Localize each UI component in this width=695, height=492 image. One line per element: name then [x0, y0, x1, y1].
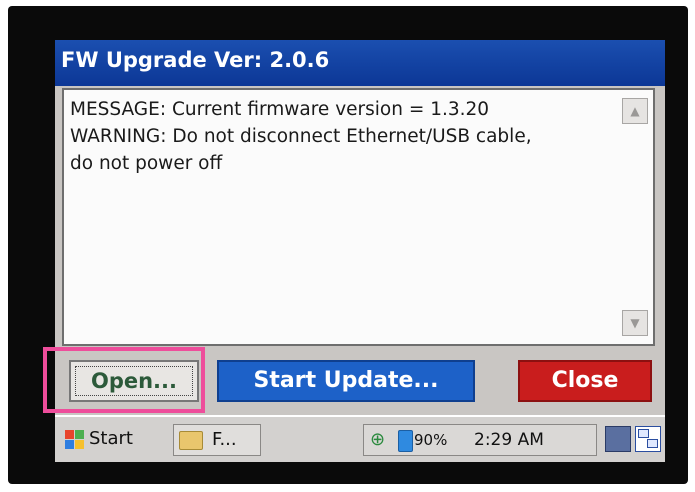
- taskbar-item-label: F...: [212, 429, 237, 450]
- battery-percent: 90%: [414, 431, 448, 449]
- desktop-switch-icon[interactable]: [635, 426, 661, 452]
- scroll-down-arrow-icon[interactable]: ▼: [622, 310, 648, 336]
- taskbar-item-fw-upgrade[interactable]: F...: [173, 424, 261, 456]
- close-button[interactable]: Close: [518, 360, 652, 402]
- windows-flag-icon: [65, 430, 85, 450]
- taskbar: Start F... ⊕ 90% 2:29 AM: [55, 415, 665, 462]
- close-button-label: Close: [551, 368, 619, 393]
- start-update-button[interactable]: Start Update...: [217, 360, 475, 402]
- start-label: Start: [89, 428, 133, 449]
- keyboard-icon[interactable]: [605, 426, 631, 452]
- clock[interactable]: 2:29 AM: [474, 425, 544, 455]
- title-bar: FW Upgrade Ver: 2.0.6: [55, 40, 665, 86]
- battery-icon[interactable]: [398, 430, 413, 452]
- folder-icon: [179, 431, 203, 450]
- start-button[interactable]: Start: [61, 424, 151, 456]
- scroll-up-arrow-icon[interactable]: ▲: [622, 98, 648, 124]
- message-text: MESSAGE: Current firmware version = 1.3.…: [70, 99, 532, 174]
- system-tray: ⊕ 90% 2:29 AM: [363, 424, 597, 456]
- message-box[interactable]: MESSAGE: Current firmware version = 1.3.…: [62, 88, 655, 346]
- start-update-button-label: Start Update...: [253, 368, 439, 393]
- window-title: FW Upgrade Ver: 2.0.6: [61, 48, 330, 72]
- highlight-box: [43, 347, 205, 413]
- network-icon[interactable]: ⊕: [370, 429, 385, 451]
